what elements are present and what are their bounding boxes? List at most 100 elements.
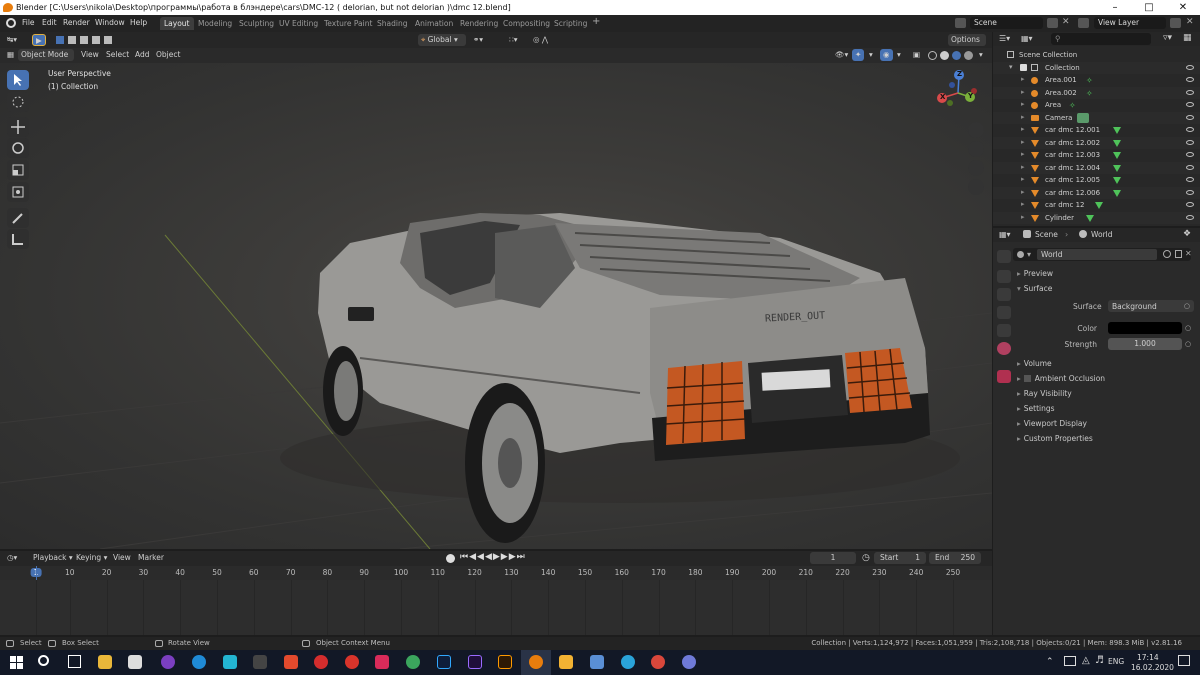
section-custom-properties[interactable]: ▸ Custom Properties <box>1017 434 1093 443</box>
gizmo-toggle-icon[interactable]: ✦ <box>852 49 865 61</box>
strength-socket-icon[interactable]: ○ <box>1185 340 1191 348</box>
outliner-item[interactable]: ▸ car dmc 12.002 <box>993 136 1200 149</box>
tab-texture-icon[interactable] <box>997 370 1011 383</box>
notifications-icon[interactable] <box>1178 655 1190 666</box>
camera-view-icon[interactable] <box>968 160 984 176</box>
object-mode-dropdown[interactable]: Object Mode ▾ <box>18 49 74 71</box>
tab-compositing[interactable]: Compositing <box>499 17 554 30</box>
outliner-item[interactable]: ▸ car dmc 12.003 <box>993 149 1200 162</box>
section-preview[interactable]: ▸ Preview <box>1017 269 1053 278</box>
expand-icon[interactable]: ▸ <box>1021 113 1025 121</box>
close-scene-icon[interactable]: ✕ <box>1062 17 1070 27</box>
tray-monitor-icon[interactable] <box>1064 656 1076 666</box>
minimize-button[interactable]: – <box>1098 0 1132 15</box>
expand-icon[interactable]: ▸ <box>1021 125 1025 133</box>
outliner-item[interactable]: ▸ car dmc 12.004 <box>993 161 1200 174</box>
app-icon-blue[interactable] <box>590 655 604 669</box>
file-explorer-icon[interactable] <box>98 655 112 669</box>
camera-data-icon[interactable] <box>1077 112 1089 123</box>
tab-texture-paint[interactable]: Texture Paint <box>320 17 376 30</box>
section-surface[interactable]: ▾ Surface <box>1017 284 1052 293</box>
menu-add[interactable]: Add <box>132 49 153 61</box>
copy-datablock-icon[interactable] <box>1175 250 1182 258</box>
start-windows-icon[interactable] <box>10 656 23 669</box>
expand-icon[interactable]: ▸ <box>1021 88 1025 96</box>
jump-end-icon[interactable]: ⏭ <box>517 552 526 562</box>
shading-wireframe-icon[interactable] <box>928 51 937 60</box>
tab-scene-icon[interactable] <box>997 324 1011 337</box>
ao-checkbox-icon[interactable] <box>1023 375 1031 382</box>
transform-pivot-icon[interactable]: ↹▾ <box>4 34 20 46</box>
illustrator-icon[interactable] <box>498 655 512 669</box>
play-reverse-icon[interactable]: ◀ <box>485 552 493 562</box>
section-ambient-occlusion[interactable]: ▸ Ambient Occlusion <box>1017 374 1105 383</box>
menu-playback[interactable]: Playback ▾ <box>30 552 76 564</box>
expand-icon[interactable]: ▸ <box>1021 75 1025 83</box>
filter-icon[interactable]: ▿▾ <box>1163 33 1172 43</box>
color-swatch[interactable] <box>1108 322 1182 334</box>
mesh-data-icon[interactable] <box>1113 127 1121 134</box>
outliner-item[interactable]: ▸ car dmc 12.006 <box>993 186 1200 199</box>
language-indicator[interactable]: ENG <box>1108 657 1124 666</box>
shading-solid-icon[interactable] <box>940 51 949 60</box>
3d-viewport[interactable]: RENDER_OUT User Perspective (1) Collecti… <box>0 63 992 549</box>
view-layer-icon[interactable] <box>1078 18 1089 28</box>
edge-icon[interactable] <box>192 655 206 669</box>
outliner-editor-icon[interactable]: ☰▾ <box>999 34 1010 43</box>
app-icon-pink[interactable] <box>375 655 389 669</box>
photoshop-icon[interactable] <box>437 655 451 669</box>
datablock-dropdown-icon[interactable]: ▾ <box>1027 250 1031 259</box>
eye-icon[interactable] <box>1186 102 1194 107</box>
select-invert-icon[interactable] <box>92 36 100 44</box>
eye-icon[interactable] <box>1186 77 1194 82</box>
outliner-item[interactable]: ▸ Camera <box>993 111 1200 124</box>
eye-icon[interactable] <box>1186 152 1194 157</box>
tab-world-icon[interactable] <box>997 342 1011 355</box>
menu-select[interactable]: Select <box>103 49 132 61</box>
timeline-editor-icon[interactable]: ◷▾ <box>4 552 20 564</box>
blender-menu-icon[interactable] <box>6 18 16 28</box>
app-icon-red-circle[interactable] <box>314 655 328 669</box>
visibility-icon[interactable]: 👁▾ <box>832 49 851 61</box>
outliner-item[interactable]: ▸ car dmc 12.001 <box>993 124 1200 137</box>
task-view-icon[interactable] <box>68 655 81 668</box>
eye-icon[interactable] <box>1186 202 1194 207</box>
eye-icon[interactable] <box>1186 89 1194 95</box>
expand-icon[interactable]: ▸ <box>1021 175 1025 183</box>
tab-sculpting[interactable]: Sculpting <box>235 17 278 30</box>
strength-field[interactable]: 1.000 <box>1108 338 1182 350</box>
eye-icon[interactable] <box>1186 127 1194 132</box>
select-intersect-icon[interactable] <box>104 36 112 44</box>
app-icon-purple[interactable] <box>161 655 175 669</box>
app-icon-m[interactable] <box>559 655 573 669</box>
outliner-item[interactable]: ▸ car dmc 12 <box>993 199 1200 212</box>
mesh-data-icon[interactable] <box>1113 139 1121 147</box>
menu-view[interactable]: View <box>78 49 102 61</box>
outliner-item[interactable]: ▸ Area ✧ <box>993 99 1200 112</box>
eye-icon[interactable] <box>1186 177 1194 182</box>
tab-rendering[interactable]: Rendering <box>456 17 502 30</box>
outliner-scene-collection[interactable]: Scene Collection <box>993 49 1200 62</box>
next-keyframe-icon[interactable]: ▶▶ <box>501 552 517 562</box>
menu-object[interactable]: Object <box>153 49 183 61</box>
menu-keying[interactable]: Keying ▾ <box>73 552 110 564</box>
menu-file[interactable]: File <box>22 18 35 27</box>
telegram-icon[interactable] <box>621 655 635 669</box>
color-socket-icon[interactable]: ○ <box>1185 324 1191 332</box>
blender-taskbar-active[interactable] <box>521 650 551 675</box>
store-icon[interactable] <box>128 655 142 669</box>
shading-dropdown-icon[interactable]: ▾ <box>976 49 986 61</box>
eye-icon[interactable] <box>1186 214 1194 220</box>
view-layer-field[interactable]: View Layer <box>1094 17 1166 29</box>
menu-timeline-view[interactable]: View <box>110 552 134 564</box>
network-icon[interactable]: ◬ <box>1082 655 1090 666</box>
overlays-dropdown-icon[interactable]: ▾ <box>894 49 904 61</box>
overlays-toggle-icon[interactable]: ◉ <box>880 49 893 61</box>
mesh-data-icon[interactable] <box>1113 189 1121 197</box>
premiere-icon[interactable] <box>468 655 482 669</box>
section-settings[interactable]: ▸ Settings <box>1017 404 1055 413</box>
close-button[interactable]: ✕ <box>1166 0 1200 15</box>
menu-render[interactable]: Render <box>63 18 90 27</box>
volume-icon[interactable]: ♬ <box>1095 655 1104 666</box>
tab-shading[interactable]: Shading <box>373 17 411 30</box>
